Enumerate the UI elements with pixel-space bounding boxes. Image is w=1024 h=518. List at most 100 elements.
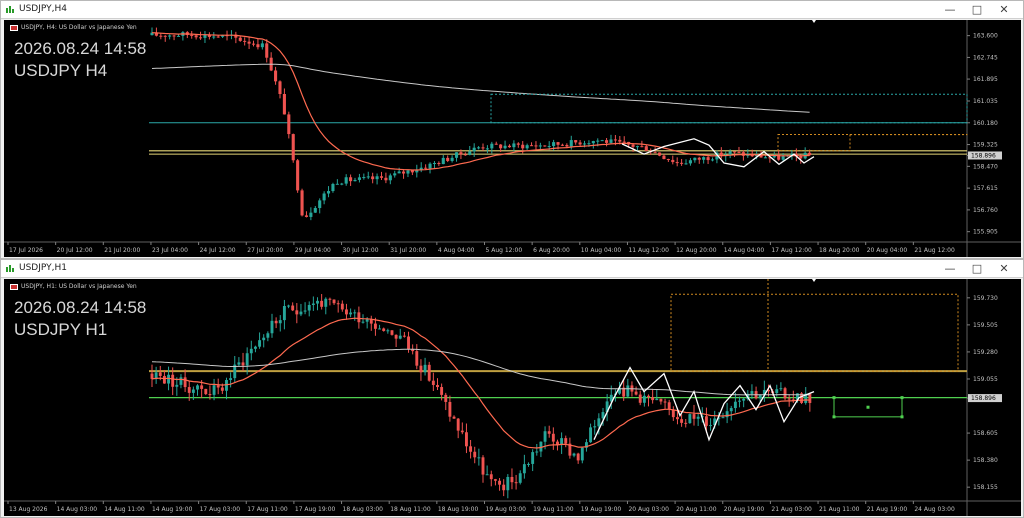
candle-body <box>340 183 344 185</box>
candle-body <box>666 159 670 161</box>
candle-body <box>572 453 576 456</box>
candle-body <box>448 401 452 417</box>
candle-body <box>560 144 564 146</box>
candle-body <box>441 157 445 165</box>
time-tick-label: 19 Aug 19:00 <box>581 506 622 513</box>
time-tick-label: 21 Jul 20:00 <box>104 247 140 254</box>
candle-body <box>472 147 476 152</box>
h4-symbol-label: USDJPY, H4: US Dollar vs Japanese Yen <box>10 24 137 31</box>
candle-body <box>190 34 194 36</box>
current-price-label: 158.896 <box>971 152 996 159</box>
candle-body <box>171 374 175 387</box>
candle-body <box>432 162 436 164</box>
candle-body <box>357 312 361 323</box>
candle-body <box>427 364 431 381</box>
candle-body <box>245 353 249 366</box>
candle-body <box>238 37 242 41</box>
candle-body <box>613 139 617 141</box>
candle-body <box>456 418 460 431</box>
time-tick-label: 21 Aug 12:00 <box>914 247 955 254</box>
time-tick-label: 17 Aug 03:00 <box>200 506 241 513</box>
h1-chart-canvas[interactable]: 159.730 159.505 159.280 159.055 158.896 158.6… <box>4 279 1021 516</box>
candle-body <box>706 157 710 161</box>
candle-body <box>266 333 270 338</box>
price-tick-label: 157.615 <box>973 185 998 192</box>
time-tick-label: 17 Jul 2026 <box>9 247 43 254</box>
time-tick-label: 14 Aug 03:00 <box>57 506 98 513</box>
candle-body <box>353 179 357 182</box>
candle-body <box>651 397 655 401</box>
candle-body <box>344 177 348 184</box>
h1-price-chart[interactable]: 159.730 159.505 159.280 159.055 158.896 158.6… <box>4 279 1021 516</box>
candle-body <box>763 157 767 159</box>
candle-body <box>775 389 779 394</box>
candle-body <box>692 414 696 419</box>
candle-body <box>454 152 459 158</box>
candle-body <box>220 387 224 391</box>
h4-titlebar[interactable]: USDJPY,H4 — □ ✕ <box>1 1 1023 19</box>
candle-body <box>270 320 274 334</box>
chart-window-icon <box>6 265 14 272</box>
candle-body <box>481 457 485 475</box>
time-tick-label: 20 Aug 19:00 <box>724 506 765 513</box>
candle-body <box>299 311 303 315</box>
candle-body <box>564 438 568 444</box>
candle-body <box>662 155 666 160</box>
candle-body <box>331 183 335 192</box>
candle-body <box>295 310 299 315</box>
candle-body <box>402 171 406 174</box>
candle-body <box>631 144 635 147</box>
close-button[interactable]: ✕ <box>991 2 1017 18</box>
minimize-button[interactable]: — <box>937 261 963 277</box>
h1-titlebar[interactable]: USDJPY,H1 — □ ✕ <box>1 260 1023 278</box>
h4-overlay-date: 2026.08.24 14:58 <box>14 39 147 58</box>
candle-body <box>750 391 754 394</box>
candle-body <box>680 419 684 423</box>
maximize-button[interactable]: □ <box>964 2 990 18</box>
maximize-button[interactable]: □ <box>964 261 990 277</box>
candle-body <box>489 474 493 480</box>
candle-body <box>738 400 741 402</box>
h1-chart-window[interactable]: USDJPY,H1 — □ ✕ 159.730 159.505 159.280 159… <box>0 259 1024 518</box>
candle-body <box>194 35 198 38</box>
candle-body <box>578 142 582 145</box>
candle-body <box>498 480 501 485</box>
price-tick-label: 162.745 <box>973 54 998 61</box>
candle-body <box>702 157 706 160</box>
price-tick-label: 156.760 <box>973 207 998 214</box>
price-tick-label: 161.035 <box>973 98 998 105</box>
candle-body <box>644 146 648 151</box>
zigzag-pattern <box>593 366 815 442</box>
candle-body <box>320 300 324 307</box>
candle-body <box>278 81 282 94</box>
candle-body <box>382 328 386 331</box>
candle-body <box>729 408 733 412</box>
candle-body <box>415 351 419 366</box>
candle-body <box>179 377 183 385</box>
candle-body <box>335 183 339 185</box>
candle-body <box>710 159 715 161</box>
h4-chart-window[interactable]: USDJPY,H4 — □ ✕ 163.600 162.745 161.895 161… <box>0 0 1024 259</box>
candle-body <box>671 159 675 163</box>
h1-overlay-date: 2026.08.24 14:58 <box>14 298 147 317</box>
minimize-button[interactable]: — <box>937 2 963 18</box>
candle-body <box>569 140 573 147</box>
candle-body <box>366 176 370 178</box>
candle-body <box>808 152 812 156</box>
h4-price-chart[interactable]: 163.600 162.745 161.895 161.035 160.180 159.3… <box>4 20 1021 257</box>
candle-body <box>199 37 203 39</box>
h4-chart-canvas[interactable]: 163.600 162.745 161.895 161.035 160.180 159.3… <box>4 20 1021 257</box>
time-tick-label: 17 Aug 12:00 <box>771 247 812 254</box>
time-tick-label: 18 Aug 19:00 <box>438 506 479 513</box>
candle-body <box>349 312 353 315</box>
price-tick-label: 158.155 <box>973 484 998 491</box>
candle-body <box>241 362 245 366</box>
candle-body <box>580 447 584 461</box>
candle-body <box>406 170 410 174</box>
candle-body <box>328 298 332 300</box>
candle-body <box>547 431 551 434</box>
candle-body <box>159 35 163 37</box>
chart-shift-marker <box>812 279 816 282</box>
candle-body <box>386 330 390 332</box>
close-button[interactable]: ✕ <box>991 261 1017 277</box>
